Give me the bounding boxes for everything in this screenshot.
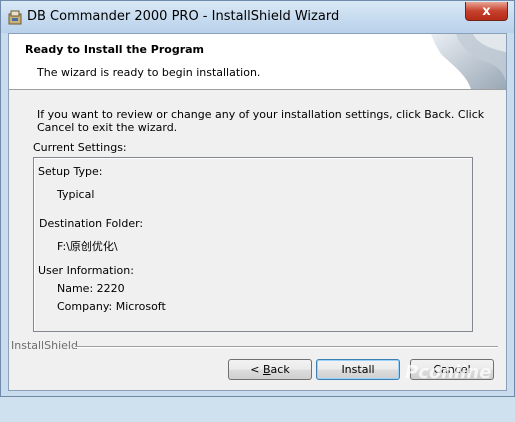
installer-window: DB Commander 2000 PRO - InstallShield Wi… [0, 0, 515, 397]
back-button[interactable]: < Back [228, 359, 312, 380]
installshield-brand-label: InstallShield [11, 339, 78, 352]
wizard-header-banner: Ready to Install the Program The wizard … [9, 34, 506, 90]
pconline-watermark: Pconline [405, 362, 492, 383]
installer-app-icon [8, 10, 22, 25]
wizard-client-area: Ready to Install the Program The wizard … [8, 33, 507, 391]
user-information-label: User Information: [38, 264, 134, 277]
window-title: DB Commander 2000 PRO - InstallShield Wi… [27, 9, 340, 24]
destination-folder-label: Destination Folder: [39, 217, 144, 230]
close-button[interactable]: x [465, 2, 508, 21]
destination-folder-value: F:\原创优化\ [57, 240, 118, 253]
settings-summary-box: Setup Type: Typical Destination Folder: … [33, 157, 473, 332]
close-icon: x [482, 3, 491, 19]
user-name-line: Name: 2220 [57, 282, 125, 295]
footer-divider [75, 346, 498, 348]
intro-text: If you want to review or change any of y… [37, 108, 485, 134]
setup-type-label: Setup Type: [38, 165, 103, 178]
page-subtitle: The wizard is ready to begin installatio… [37, 66, 261, 79]
company-line: Company: Microsoft [57, 300, 166, 313]
current-settings-label: Current Settings: [33, 141, 127, 154]
title-bar[interactable]: DB Commander 2000 PRO - InstallShield Wi… [1, 1, 514, 33]
page-title: Ready to Install the Program [25, 43, 205, 56]
back-button-label: < Back [250, 363, 290, 376]
install-button[interactable]: Install [316, 359, 400, 380]
setup-type-value: Typical [57, 188, 95, 201]
banner-graphic-icon [431, 34, 506, 89]
